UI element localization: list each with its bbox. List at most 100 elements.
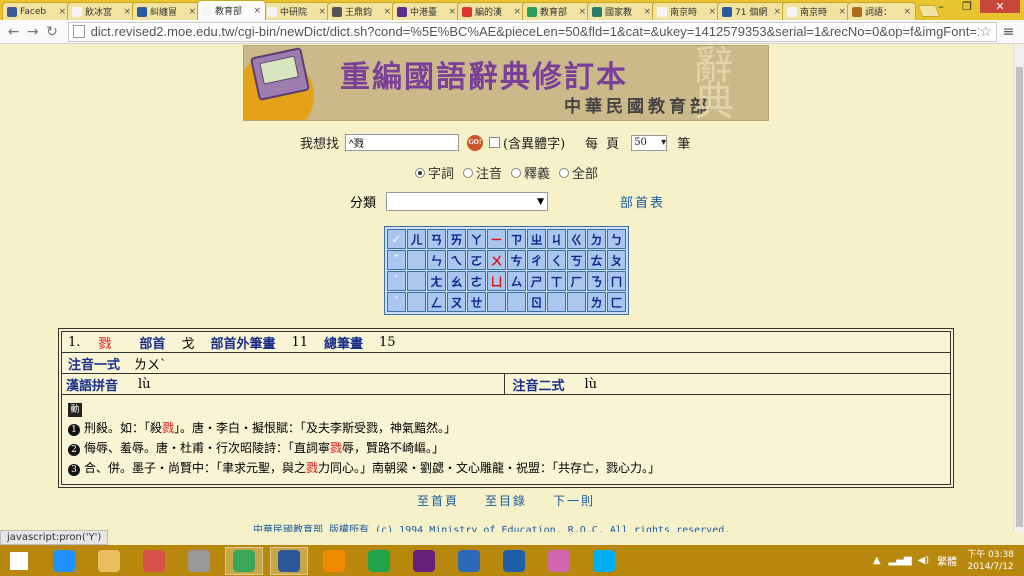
- zhuyin-key[interactable]: ㄝ: [467, 292, 486, 312]
- zhuyin-key[interactable]: ㄙ: [507, 271, 526, 291]
- zhuyin-key[interactable]: ㄊ: [587, 250, 606, 270]
- browser-tab[interactable]: 飲冰宮 ×: [67, 2, 136, 20]
- zhuyin-key[interactable]: ㄣ: [427, 250, 446, 270]
- lync-taskbar-button[interactable]: [495, 547, 533, 575]
- home-link[interactable]: 至首頁: [417, 492, 459, 509]
- zhuyin-key[interactable]: ㄚ: [467, 229, 486, 249]
- zhuyin-key[interactable]: ㄏ: [567, 271, 586, 291]
- tab-close-icon[interactable]: ×: [578, 7, 586, 17]
- browser-tab[interactable]: 詞語： ×: [847, 2, 916, 20]
- zhuyin-key[interactable]: ㄖ: [527, 292, 546, 312]
- internet-explorer-taskbar-button[interactable]: [45, 547, 83, 575]
- page-scrollbar[interactable]: [1013, 45, 1024, 532]
- ime-indicator[interactable]: 繁體: [937, 553, 957, 568]
- per-page-select[interactable]: 50 ▾: [631, 134, 668, 151]
- zhuyin-key[interactable]: ㄠ: [447, 271, 466, 291]
- reload-icon[interactable]: ↻: [42, 24, 61, 40]
- zhuyin-key[interactable]: ㄛ: [467, 250, 486, 270]
- zhuyin-key[interactable]: ㄤ: [427, 271, 446, 291]
- zhuyin-key[interactable]: ㄟ: [447, 250, 466, 270]
- volume-icon[interactable]: ◀): [918, 555, 930, 566]
- close-window-button[interactable]: ✕: [980, 0, 1020, 13]
- maximize-button[interactable]: ❐: [954, 0, 980, 13]
- forward-button[interactable]: →: [23, 24, 42, 40]
- store-taskbar-button[interactable]: [360, 547, 398, 575]
- address-bar[interactable]: dict.revised2.moe.edu.tw/cgi-bin/newDict…: [67, 21, 997, 42]
- zhuyin-key[interactable]: ㄡ: [447, 292, 466, 312]
- zhuyin-key[interactable]: ㄕ: [527, 271, 546, 291]
- zhuyin-key[interactable]: ㄢ: [427, 229, 446, 249]
- zhuyin-key[interactable]: ㄗ: [507, 229, 526, 249]
- browser-tab[interactable]: 中研院 ×: [262, 2, 331, 20]
- zhuyin-key[interactable]: ㄨ: [487, 250, 506, 270]
- mode-radio[interactable]: [511, 167, 522, 178]
- word-taskbar-button[interactable]: [270, 546, 308, 575]
- menu-icon[interactable]: ≡: [997, 24, 1020, 40]
- next-link[interactable]: 下一則: [553, 492, 595, 509]
- browser-tab[interactable]: 糾纏冒 ×: [132, 2, 201, 20]
- globe-app-taskbar-button[interactable]: [450, 547, 488, 575]
- mode-radio[interactable]: [415, 167, 425, 178]
- tab-close-icon[interactable]: ×: [123, 7, 131, 17]
- zhuyin-key[interactable]: ㄥ: [427, 292, 446, 312]
- browser-tab[interactable]: 71 個網 ×: [717, 2, 786, 20]
- zhuyin-key[interactable]: ✓: [387, 229, 406, 249]
- zhuyin-key[interactable]: ㄘ: [507, 250, 526, 270]
- browser-tab[interactable]: Faceb ×: [2, 2, 71, 20]
- zhuyin-key[interactable]: ㄜ: [467, 271, 486, 291]
- back-button[interactable]: ←: [4, 24, 23, 40]
- browser-tab[interactable]: 南京時 ×: [652, 2, 721, 20]
- url-text[interactable]: dict.revised2.moe.edu.tw/cgi-bin/newDict…: [91, 24, 980, 39]
- tab-close-icon[interactable]: ×: [318, 7, 326, 17]
- tab-close-icon[interactable]: ×: [253, 6, 261, 16]
- radical-table-link[interactable]: 部首表: [620, 192, 665, 211]
- clock[interactable]: 下午 03:38 2014/7/12: [967, 549, 1014, 573]
- category-select[interactable]: ▼: [386, 192, 549, 211]
- zhuyin-key[interactable]: ㄔ: [527, 250, 546, 270]
- orange-app-taskbar-button[interactable]: [315, 547, 353, 575]
- zhuyin-key[interactable]: ㄒ: [547, 271, 566, 291]
- tab-close-icon[interactable]: ×: [513, 7, 521, 17]
- bookmark-star-icon[interactable]: ☆: [979, 23, 992, 40]
- tab-close-icon[interactable]: ×: [188, 7, 196, 17]
- browser-tab[interactable]: 王鼎鈞 ×: [327, 2, 396, 20]
- variant-checkbox[interactable]: [489, 137, 501, 148]
- zhuyin-key[interactable]: ˇ: [387, 250, 406, 270]
- zhuyin-key[interactable]: ㄅ: [607, 229, 626, 249]
- zhuyin-key[interactable]: ㄐ: [547, 229, 566, 249]
- zhuyin-key[interactable]: ㄌ: [587, 292, 606, 312]
- search-input[interactable]: [345, 134, 460, 151]
- browser-tab[interactable]: 編的漢 ×: [457, 2, 526, 20]
- zhuyin-key[interactable]: ㄞ: [447, 229, 466, 249]
- zhuyin-key[interactable]: ˙: [387, 292, 406, 312]
- contents-link[interactable]: 至目錄: [485, 492, 527, 509]
- file-explorer-taskbar-button[interactable]: [90, 547, 128, 575]
- tab-close-icon[interactable]: ×: [773, 7, 781, 17]
- browser-tab[interactable]: 教育部 ×: [197, 0, 266, 20]
- tab-close-icon[interactable]: ×: [383, 7, 391, 17]
- minimize-button[interactable]: –: [928, 0, 954, 13]
- zhuyin-key[interactable]: ㄇ: [607, 271, 626, 291]
- browser-tab[interactable]: 南京時 ×: [782, 2, 851, 20]
- zhuyin-key[interactable]: ㄍ: [567, 229, 586, 249]
- zhuyin-key[interactable]: ㄓ: [527, 229, 546, 249]
- mode-radio[interactable]: [463, 167, 474, 178]
- scroll-thumb[interactable]: [1016, 67, 1023, 527]
- chrome-taskbar-button[interactable]: [225, 546, 263, 575]
- zhuyin-key[interactable]: ㄩ: [487, 271, 506, 291]
- tab-close-icon[interactable]: ×: [58, 7, 66, 17]
- tab-close-icon[interactable]: ×: [448, 7, 456, 17]
- browser-tab[interactable]: 中港臺 ×: [392, 2, 461, 20]
- zhuyin-key[interactable]: ㄆ: [607, 250, 626, 270]
- pink-app-taskbar-button[interactable]: [540, 547, 578, 575]
- mode-radio[interactable]: [559, 167, 570, 178]
- windows-start-taskbar-button[interactable]: [0, 547, 38, 575]
- zhuyin-key[interactable]: ㄎ: [567, 250, 586, 270]
- zhuyin-key[interactable]: ㄈ: [607, 292, 626, 312]
- app-gray-taskbar-button[interactable]: [180, 547, 218, 575]
- zhuyin-key[interactable]: ㄉ: [587, 229, 606, 249]
- zhuyin-key[interactable]: ㄑ: [547, 250, 566, 270]
- browser-tab[interactable]: 國家教 ×: [587, 2, 656, 20]
- zhuyin-key[interactable]: ㄧ: [487, 229, 506, 249]
- zhuyin-key[interactable]: ㄋ: [587, 271, 606, 291]
